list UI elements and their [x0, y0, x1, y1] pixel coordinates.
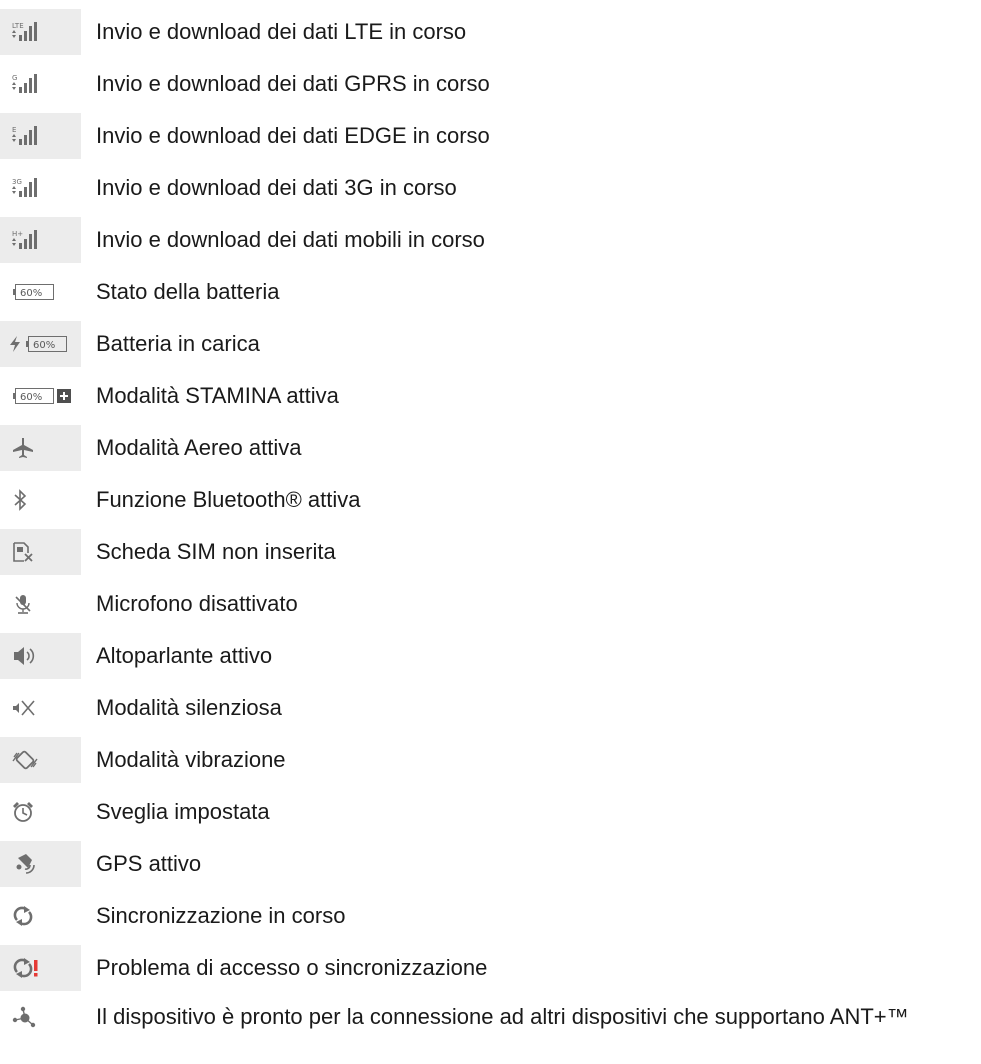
svg-text:G: G — [12, 74, 17, 82]
list-item: Modalità silenziosa — [0, 682, 981, 734]
list-item-label: Invio e download dei dati 3G in corso — [96, 175, 457, 200]
ant-plus-icon — [0, 994, 81, 1040]
list-item: 60% Modalità STAMINA attiva — [0, 370, 981, 422]
list-item-label: Modalità silenziosa — [96, 695, 282, 720]
gprs-data-icon: G — [0, 61, 81, 107]
speaker-icon — [0, 633, 81, 679]
list-item: Sveglia impostata — [0, 786, 981, 838]
3g-data-icon: 3G — [0, 165, 81, 211]
svg-text:60%: 60% — [33, 340, 55, 351]
mic-muted-icon — [0, 581, 81, 627]
list-item: Funzione Bluetooth® attiva — [0, 474, 981, 526]
list-item-label: Invio e download dei dati GPRS in corso — [96, 71, 490, 96]
svg-text:H+: H+ — [12, 230, 23, 238]
list-item: LTE Invio e download dei dati LTE in cor… — [0, 6, 981, 58]
battery-icon: 60% — [0, 269, 81, 315]
svg-text:60%: 60% — [20, 288, 42, 299]
list-item: G Invio e download dei dati GPRS in cors… — [0, 58, 981, 110]
list-item-label: Microfono disattivato — [96, 591, 298, 616]
list-item-label: Scheda SIM non inserita — [96, 539, 336, 564]
status-icon-list: LTE Invio e download dei dati LTE in cor… — [0, 6, 981, 1064]
airplane-icon — [0, 425, 81, 471]
bluetooth-icon — [0, 477, 81, 523]
list-item: 60% Batteria in carica — [0, 318, 981, 370]
sync-problem-icon — [0, 945, 81, 991]
list-item-label: Sincronizzazione in corso — [96, 903, 346, 928]
list-item-label: Stato della batteria — [96, 279, 280, 304]
lte-data-icon: LTE — [0, 9, 81, 55]
list-item: E Invio e download dei dati EDGE in cors… — [0, 110, 981, 162]
sync-icon — [0, 893, 81, 939]
no-sim-icon — [0, 529, 81, 575]
svg-text:E: E — [12, 126, 16, 134]
edge-data-icon: E — [0, 113, 81, 159]
vibrate-icon — [0, 737, 81, 783]
list-item: Il dispositivo è pronto per la connessio… — [0, 994, 981, 1064]
battery-charging-icon: 60% — [0, 321, 81, 367]
list-item: GPS attivo — [0, 838, 981, 890]
battery-stamina-icon: 60% — [0, 373, 81, 419]
list-item: Sincronizzazione in corso — [0, 890, 981, 942]
list-item-label: Modalità Aereo attiva — [96, 435, 302, 460]
list-item-label: Invio e download dei dati LTE in corso — [96, 19, 467, 44]
list-item: Problema di accesso o sincronizzazione — [0, 942, 981, 994]
list-item: Microfono disattivato — [0, 578, 981, 630]
list-item-label: Modalità STAMINA attiva — [96, 383, 339, 408]
list-item-label: Batteria in carica — [96, 331, 260, 356]
list-item: Altoparlante attivo — [0, 630, 981, 682]
list-item-label: Altoparlante attivo — [96, 643, 273, 668]
list-item-label: Sveglia impostata — [96, 799, 270, 824]
svg-text:60%: 60% — [20, 392, 42, 403]
alarm-icon — [0, 789, 81, 835]
list-item-label: GPS attivo — [96, 851, 202, 876]
list-item-label: Invio e download dei dati EDGE in corso — [96, 123, 490, 148]
svg-text:LTE: LTE — [12, 22, 24, 30]
gps-icon — [0, 841, 81, 887]
svg-text:3G: 3G — [12, 178, 22, 186]
list-item: Modalità vibrazione — [0, 734, 981, 786]
list-item: 60% Stato della batteria — [0, 266, 981, 318]
list-item-label: Problema di accesso o sincronizzazione — [96, 955, 488, 980]
list-item: Scheda SIM non inserita — [0, 526, 981, 578]
list-item: 3G Invio e download dei dati 3G in corso — [0, 162, 981, 214]
list-item-label: Modalità vibrazione — [96, 747, 286, 772]
silent-mode-icon — [0, 685, 81, 731]
list-item: H+ Invio e download dei dati mobili in c… — [0, 214, 981, 266]
list-item-label: Funzione Bluetooth® attiva — [96, 487, 361, 512]
list-item-label: Il dispositivo è pronto per la connessio… — [96, 1004, 909, 1029]
list-item: Modalità Aereo attiva — [0, 422, 981, 474]
hplus-data-icon: H+ — [0, 217, 81, 263]
list-item-label: Invio e download dei dati mobili in cors… — [96, 227, 485, 252]
